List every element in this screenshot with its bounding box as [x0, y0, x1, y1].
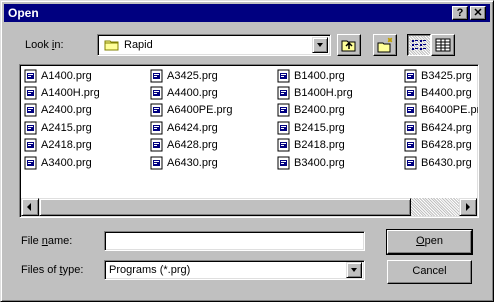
program-file-icon [24, 69, 37, 83]
list-view-button[interactable] [407, 34, 431, 56]
file-name: A6400PE.prg [167, 104, 233, 116]
file-name: B6424.prg [421, 122, 472, 134]
file-name-input[interactable] [104, 231, 365, 251]
program-file-icon [277, 156, 290, 170]
program-file-icon [150, 156, 163, 170]
cancel-button[interactable]: Cancel [387, 260, 472, 284]
file-name: A1400.prg [41, 70, 92, 82]
program-file-icon [277, 138, 290, 152]
program-file-icon [24, 156, 37, 170]
file-name: B1400H.prg [294, 87, 353, 99]
window-title: Open [8, 6, 39, 20]
file-name: B2418.prg [294, 139, 345, 151]
file-name: A1400H.prg [41, 87, 100, 99]
file-name: B3425.prg [421, 70, 472, 82]
program-file-icon [24, 121, 37, 135]
horizontal-scrollbar[interactable] [21, 198, 477, 216]
scroll-left-button[interactable] [21, 198, 39, 216]
program-file-icon [404, 86, 417, 100]
files-of-type-combo[interactable]: Programs (*.prg) [104, 260, 365, 280]
file-name: B6400PE.prg [421, 104, 478, 116]
help-button[interactable]: ? [452, 6, 468, 20]
scrollbar-thumb[interactable] [39, 198, 411, 216]
file-name: A3400.prg [41, 157, 92, 169]
open-button[interactable]: Open [386, 229, 473, 255]
chevron-down-icon [317, 43, 323, 47]
look-in-value: Rapid [124, 39, 153, 51]
create-new-folder-button[interactable] [373, 34, 397, 56]
close-button[interactable]: ✕ [470, 6, 486, 20]
arrow-left-icon [27, 203, 31, 211]
files-of-type-dropdown-button[interactable] [346, 262, 362, 278]
list-view-icon [412, 40, 426, 50]
file-name: B6428.prg [421, 139, 472, 151]
program-file-icon [24, 138, 37, 152]
file-name: B4400.prg [421, 87, 472, 99]
chevron-down-icon [351, 268, 357, 272]
details-view-icon [435, 38, 451, 52]
folder-icon [104, 40, 119, 51]
program-file-icon [150, 121, 163, 135]
program-file-icon [404, 69, 417, 83]
scroll-right-button[interactable] [459, 198, 477, 216]
look-in-combo[interactable]: Rapid [97, 34, 331, 56]
details-view-button[interactable] [431, 34, 455, 56]
program-file-icon [404, 121, 417, 135]
file-name: B6430.prg [421, 157, 472, 169]
open-dialog: Open ? ✕ Look in: Rapid A1400.prg A1400H… [0, 0, 494, 302]
program-file-icon [24, 103, 37, 117]
title-bar[interactable]: Open ? ✕ [4, 4, 490, 22]
program-file-icon [404, 103, 417, 117]
up-one-level-icon [341, 40, 356, 52]
files-of-type-value: Programs (*.prg) [109, 264, 191, 276]
file-name: A6430.prg [167, 157, 218, 169]
look-in-label: Look in: [25, 39, 64, 51]
file-name: B2415.prg [294, 122, 345, 134]
file-name: A6428.prg [167, 139, 218, 151]
create-new-folder-icon [377, 37, 393, 53]
file-name: B3400.prg [294, 157, 345, 169]
up-one-level-button[interactable] [337, 34, 361, 56]
file-name: B2400.prg [294, 104, 345, 116]
program-file-icon [24, 86, 37, 100]
file-name-label: File name: [21, 235, 73, 247]
file-name: A2418.prg [41, 139, 92, 151]
file-name: A2400.prg [41, 104, 92, 116]
program-file-icon [150, 138, 163, 152]
program-file-icon [150, 103, 163, 117]
arrow-right-icon [466, 203, 470, 211]
file-name: A4400.prg [167, 87, 218, 99]
file-name: A3425.prg [167, 70, 218, 82]
program-file-icon [404, 138, 417, 152]
files-of-type-label: Files of type: [21, 264, 84, 276]
file-list[interactable]: A1400.prg A1400H.prg A2400.prg A2415.prg A24… [19, 64, 479, 218]
program-file-icon [277, 69, 290, 83]
file-name: A2415.prg [41, 122, 92, 134]
program-file-icon [404, 156, 417, 170]
program-file-icon [150, 86, 163, 100]
program-file-icon [150, 69, 163, 83]
program-file-icon [277, 86, 290, 100]
file-name: A6424.prg [167, 122, 218, 134]
program-file-icon [277, 103, 290, 117]
look-in-dropdown-button[interactable] [312, 37, 328, 53]
file-name: B1400.prg [294, 70, 345, 82]
program-file-icon [277, 121, 290, 135]
